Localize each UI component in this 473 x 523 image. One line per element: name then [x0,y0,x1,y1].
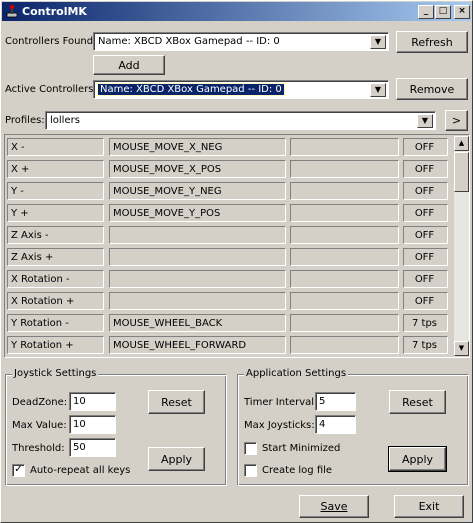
app-apply-button[interactable]: Apply [388,446,447,472]
start-minimized-label: Start Minimized [262,443,341,454]
mapping-axis-cell: Y - [7,182,104,200]
max-value-input[interactable]: 10 [69,415,116,434]
scroll-down-icon[interactable]: ▼ [454,341,469,356]
joystick-reset-button[interactable]: Reset [148,390,205,414]
mapping-rate-cell[interactable]: OFF [403,182,448,200]
mapping-rate-cell[interactable]: OFF [403,270,448,288]
chevron-down-icon[interactable]: ▼ [370,35,386,49]
deadzone-label: DeadZone: [12,397,68,408]
controllers-found-label: Controllers Found: [5,36,97,47]
save-button[interactable]: Save [299,495,369,518]
mapping-axis-cell: X + [7,160,104,178]
mapping-action-cell[interactable] [109,226,286,244]
mapping-action-cell[interactable] [109,248,286,266]
create-log-label: Create log file [262,465,333,476]
mapping-axis-cell: Z Axis + [7,248,104,266]
mapping-axis-cell: X - [7,138,104,156]
mapping-extra-cell[interactable] [290,292,399,310]
mapping-axis-cell: Y Rotation - [7,314,104,332]
mapping-rate-cell[interactable]: OFF [403,226,448,244]
main-window: ControlMK _ □ × Controllers Found: Name:… [0,0,473,523]
refresh-button[interactable]: Refresh [396,31,468,53]
deadzone-input[interactable]: 10 [69,392,116,411]
mapping-action-cell[interactable] [109,270,286,288]
create-log-checkbox[interactable] [244,464,257,477]
joystick-app-icon [6,4,18,18]
mapping-rate-cell[interactable]: OFF [403,160,448,178]
chevron-down-icon[interactable]: ▼ [370,83,386,97]
scroll-up-icon[interactable]: ▲ [454,136,469,151]
mapping-axis-cell: X Rotation + [7,292,104,310]
autorepeat-label: Auto-repeat all keys [30,465,131,476]
timer-interval-input[interactable]: 5 [315,392,356,411]
vertical-scrollbar[interactable]: ▲ ▼ [454,136,469,356]
mapping-axis-cell: Y Rotation + [7,336,104,354]
mapping-extra-cell[interactable] [290,248,399,266]
mapping-axis-cell: Z Axis - [7,226,104,244]
joystick-settings-title: Joystick Settings [12,368,99,379]
mapping-extra-cell[interactable] [290,182,399,200]
max-value-label: Max Value: [12,420,67,431]
mapping-action-cell[interactable]: MOUSE_WHEEL_BACK [109,314,286,332]
exit-button[interactable]: Exit [394,495,464,518]
mapping-rate-cell[interactable]: OFF [403,248,448,266]
scroll-thumb[interactable] [454,152,469,192]
mapping-action-cell[interactable]: MOUSE_MOVE_Y_POS [109,204,286,222]
mapping-action-cell[interactable] [109,292,286,310]
chevron-down-icon[interactable]: ▼ [417,114,433,128]
mapping-rate-cell[interactable]: OFF [403,138,448,156]
active-controllers-label: Active Controllers: [5,84,97,95]
minimize-button[interactable]: _ [418,5,434,19]
threshold-input[interactable]: 50 [69,438,116,457]
mapping-extra-cell[interactable] [290,204,399,222]
mapping-rate-cell[interactable]: 7 tps [403,314,448,332]
exit-label: Exit [418,500,440,513]
remove-button[interactable]: Remove [396,78,468,100]
mapping-extra-cell[interactable] [290,226,399,244]
window-title: ControlMK [22,5,87,18]
mapping-extra-cell[interactable] [290,138,399,156]
maximize-button[interactable]: □ [435,5,451,19]
mapping-axis-cell: Y + [7,204,104,222]
mapping-rate-cell[interactable]: 7 tps [403,336,448,354]
joystick-apply-button[interactable]: Apply [148,447,205,471]
mapping-action-cell[interactable]: MOUSE_MOVE_X_POS [109,160,286,178]
autorepeat-checkbox[interactable]: ✓ [12,464,25,477]
mapping-extra-cell[interactable] [290,270,399,288]
application-settings-title: Application Settings [244,368,349,379]
mapping-extra-cell[interactable] [290,336,399,354]
mapping-grid: X - MOUSE_MOVE_X_NEG OFF X + MOUSE_MOVE_X_PO… [4,134,470,358]
timer-interval-label: Timer Interval: [244,397,318,408]
threshold-label: Threshold: [12,443,65,454]
mapping-rate-cell[interactable]: OFF [403,292,448,310]
mapping-action-cell[interactable]: MOUSE_MOVE_Y_NEG [109,182,286,200]
add-button[interactable]: Add [93,55,165,75]
close-button[interactable]: × [454,5,470,19]
profiles-select[interactable]: lollers ▼ [45,111,436,130]
controllers-found-select[interactable]: Name: XBCD XBox Gamepad -- ID: 0 ▼ [93,32,389,51]
title-bar[interactable]: ControlMK _ □ × [2,2,471,21]
max-joysticks-label: Max Joysticks: [244,420,315,431]
profile-more-button[interactable]: > [445,110,468,131]
mapping-rate-cell[interactable]: OFF [403,204,448,222]
max-joysticks-input[interactable]: 4 [315,415,356,434]
mapping-extra-cell[interactable] [290,160,399,178]
mapping-extra-cell[interactable] [290,314,399,332]
save-label: Save [320,500,348,513]
app-reset-button[interactable]: Reset [389,390,446,414]
mapping-axis-cell: X Rotation - [7,270,104,288]
profiles-label: Profiles: [5,115,45,126]
active-controllers-select[interactable]: Name: XBCD XBox Gamepad -- ID: 0 ▼ [93,80,389,99]
start-minimized-checkbox[interactable] [244,442,257,455]
mapping-action-cell[interactable]: MOUSE_WHEEL_FORWARD [109,336,286,354]
mapping-action-cell[interactable]: MOUSE_MOVE_X_NEG [109,138,286,156]
